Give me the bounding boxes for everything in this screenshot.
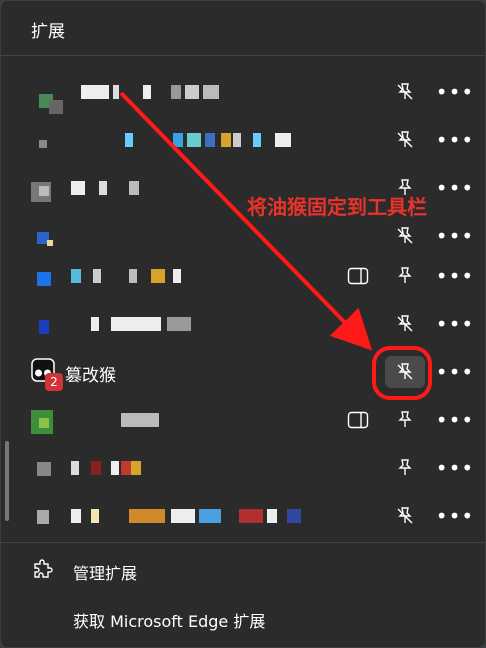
pin-icon	[398, 459, 412, 475]
extension-icon	[31, 224, 55, 248]
header-divider	[1, 55, 485, 56]
sidebar-icon	[347, 411, 369, 429]
more-options-button[interactable]: •••	[435, 124, 475, 156]
extension-row[interactable]: •••	[1, 492, 485, 540]
annotation-text: 将油猴固定到工具栏	[247, 195, 427, 219]
get-extensions-item[interactable]: 获取 Microsoft Edge 扩展	[1, 596, 485, 642]
unpin-button[interactable]	[385, 124, 425, 156]
extension-icon	[31, 312, 55, 336]
unpin-icon	[397, 507, 413, 524]
highlight-circle	[372, 346, 432, 400]
more-options-button[interactable]: •••	[435, 308, 475, 340]
panel-title: 扩展	[31, 22, 65, 42]
scroll-indicator[interactable]	[5, 441, 9, 521]
unpin-icon	[397, 83, 413, 100]
extension-name: 篡改猴	[65, 366, 116, 386]
unpin-button[interactable]	[385, 220, 425, 252]
pin-icon	[398, 267, 412, 283]
extension-row[interactable]: •••	[1, 444, 485, 492]
extension-row[interactable]: •••	[1, 116, 485, 164]
unpin-button[interactable]	[385, 308, 425, 340]
notification-badge: 2	[45, 373, 63, 391]
extension-icon	[31, 456, 55, 480]
more-options-button[interactable]: •••	[435, 76, 475, 108]
sidebar-button[interactable]	[338, 260, 378, 292]
pin-button[interactable]	[385, 260, 425, 292]
more-options-button[interactable]: •••	[435, 220, 475, 252]
extension-row[interactable]: •••	[1, 68, 485, 116]
extension-icon	[31, 408, 55, 434]
extension-icon	[31, 176, 55, 202]
puzzle-icon	[34, 559, 53, 578]
pin-button[interactable]	[385, 452, 425, 484]
panel-header: 扩展	[1, 1, 485, 55]
more-options-button[interactable]: •••	[435, 172, 475, 204]
extension-row[interactable]: •••	[1, 252, 485, 300]
sidebar-icon	[347, 267, 369, 285]
pin-icon	[398, 411, 412, 427]
extension-icon	[31, 504, 55, 528]
extensions-panel: 扩展 ••• ••• ••• ••• ••• ••• 2 篡改猴 ••• •••…	[0, 0, 486, 648]
manage-extensions-item[interactable]: 管理扩展	[1, 548, 485, 594]
more-options-button[interactable]: •••	[435, 356, 475, 388]
more-options-button[interactable]: •••	[435, 260, 475, 292]
extension-icon	[31, 80, 63, 114]
extension-name-blurred	[81, 85, 109, 99]
unpin-icon	[397, 227, 413, 244]
unpin-icon	[397, 131, 413, 148]
more-options-button[interactable]: •••	[435, 452, 475, 484]
extension-row[interactable]: •••	[1, 396, 485, 444]
more-options-button[interactable]: •••	[435, 404, 475, 436]
unpin-button[interactable]	[385, 76, 425, 108]
pin-button[interactable]	[385, 404, 425, 436]
sidebar-button[interactable]	[338, 404, 378, 436]
more-options-button[interactable]: •••	[435, 500, 475, 532]
footer-divider	[1, 542, 485, 543]
extension-row[interactable]: •••	[1, 300, 485, 348]
unpin-button[interactable]	[385, 500, 425, 532]
extension-icon	[31, 128, 55, 152]
extension-icon	[31, 264, 55, 288]
manage-extensions-label: 管理扩展	[73, 564, 138, 583]
get-extensions-label: 获取 Microsoft Edge 扩展	[73, 612, 266, 631]
unpin-icon	[397, 315, 413, 332]
